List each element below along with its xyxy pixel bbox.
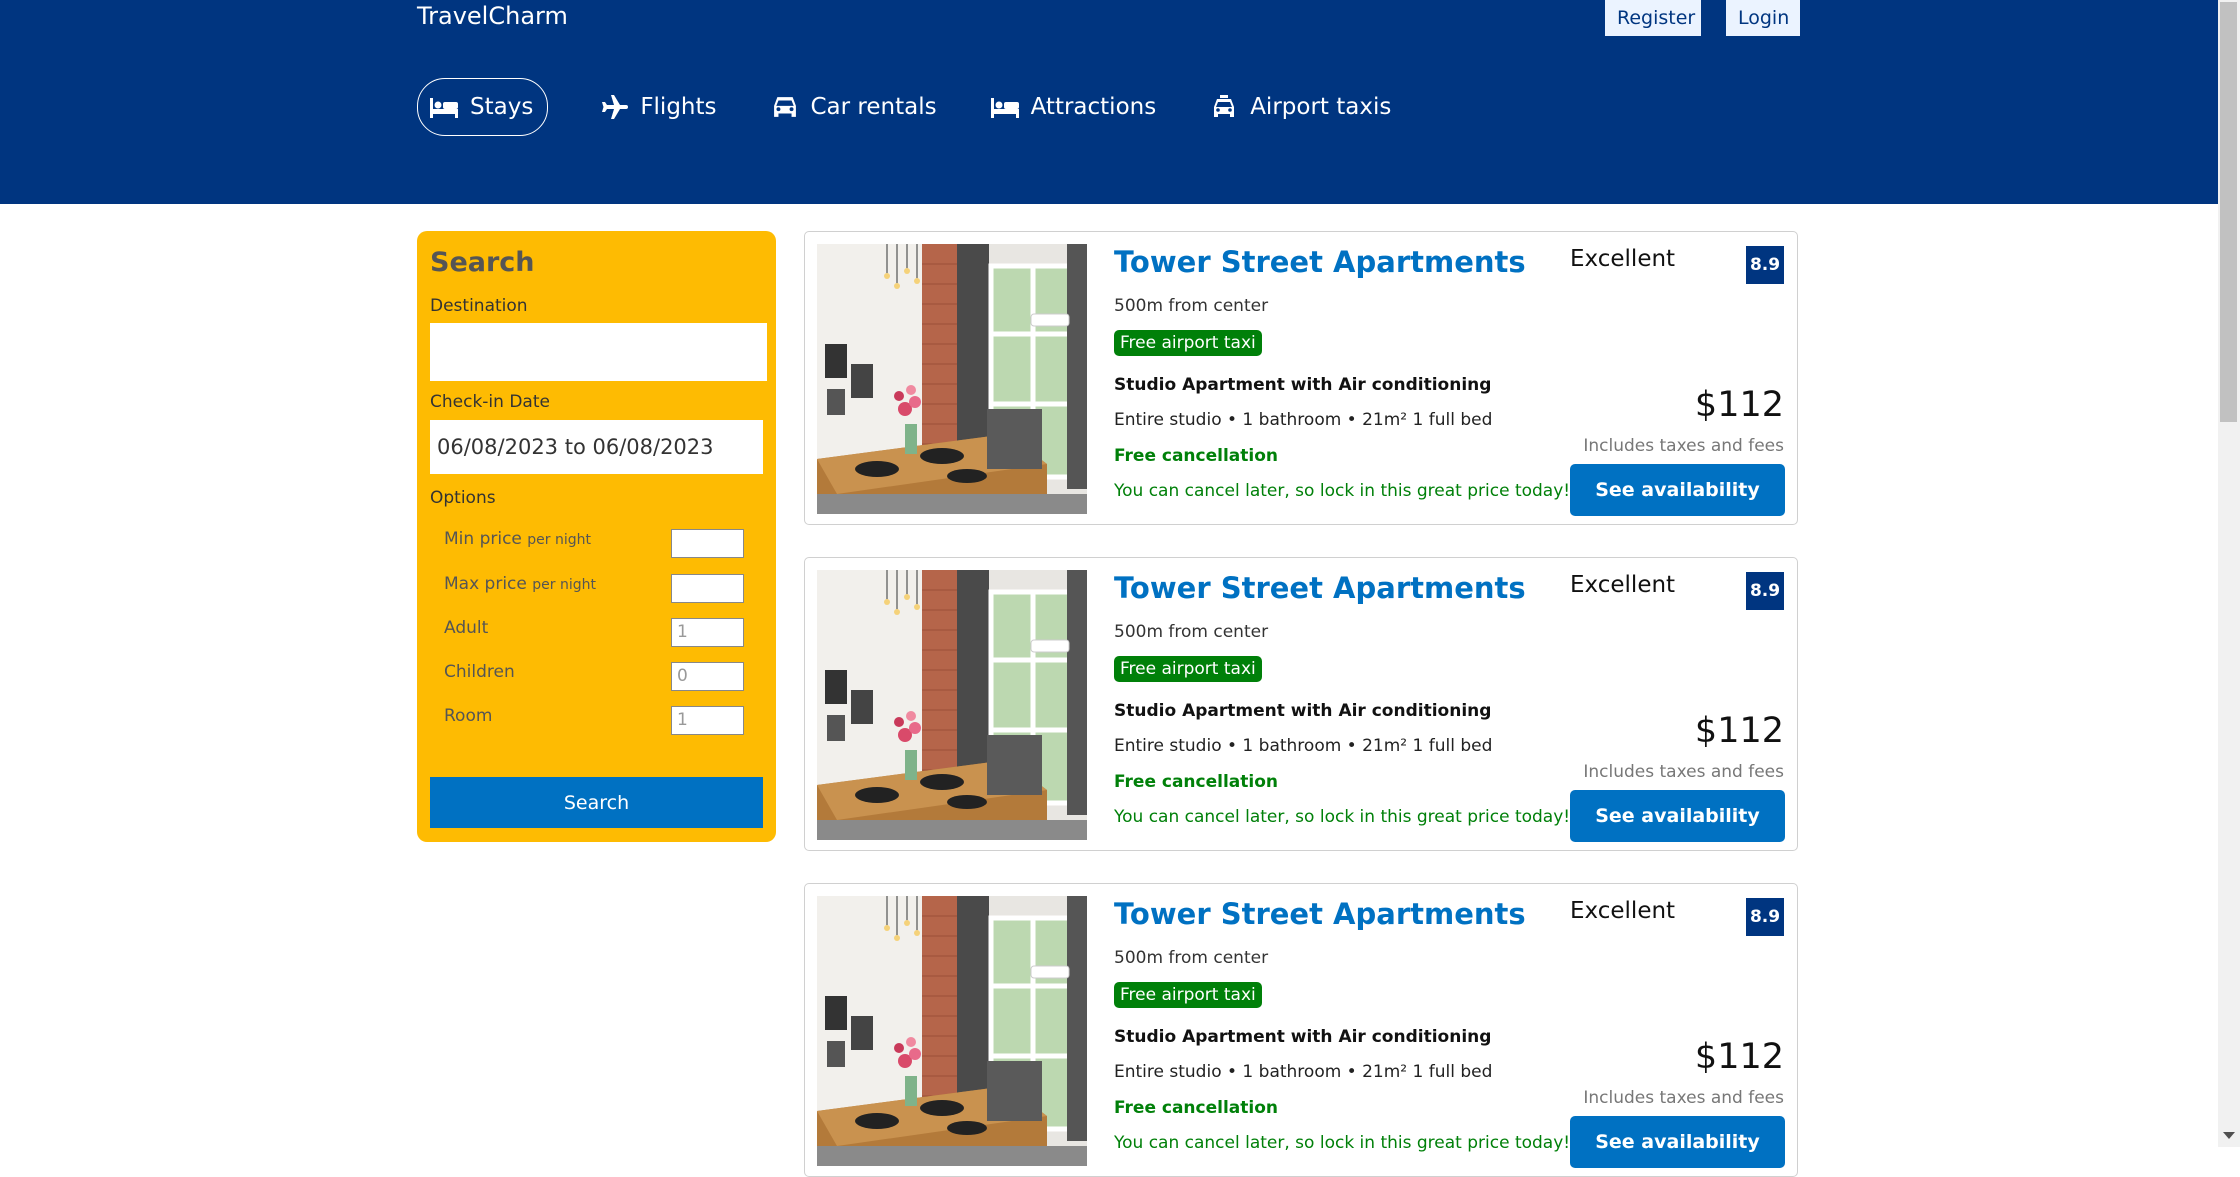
cancellation-subtext: You can cancel later, so lock in this gr… bbox=[1114, 1133, 1571, 1153]
scroll-down-arrow-icon[interactable] bbox=[2223, 1132, 2235, 1139]
cancellation-subtext: You can cancel later, so lock in this gr… bbox=[1114, 807, 1571, 827]
hotel-name-link[interactable]: Tower Street Apartments bbox=[1114, 245, 1526, 279]
hotel-photo[interactable] bbox=[817, 896, 1087, 1166]
distance-text: 500m from center bbox=[1114, 948, 1269, 968]
free-taxi-badge: Free airport taxi bbox=[1114, 656, 1262, 682]
option-children: Children 0 bbox=[444, 662, 764, 694]
rating-text: Excellent bbox=[1570, 898, 1676, 924]
max-price-input[interactable] bbox=[671, 574, 744, 603]
see-availability-button[interactable]: See availability bbox=[1570, 464, 1785, 516]
taxes-note: Includes taxes and fees bbox=[1583, 762, 1784, 782]
option-label: Adult bbox=[444, 618, 489, 638]
nav-item-stays[interactable]: Stays bbox=[417, 78, 549, 136]
result-card: Tower Street Apartments 500m from center… bbox=[804, 557, 1798, 851]
distance-text: 500m from center bbox=[1114, 296, 1269, 316]
nav-item-label: Car rentals bbox=[810, 94, 937, 120]
result-card: Tower Street Apartments 500m from center… bbox=[804, 883, 1798, 1177]
rating-badge: 8.9 bbox=[1746, 246, 1784, 284]
taxes-note: Includes taxes and fees bbox=[1583, 436, 1784, 456]
option-suffix: per night bbox=[527, 532, 592, 548]
free-taxi-badge: Free airport taxi bbox=[1114, 982, 1262, 1008]
top-header: TravelCharm Register Login Stays Flights… bbox=[0, 0, 2218, 204]
login-button[interactable]: Login bbox=[1726, 0, 1800, 36]
rating-badge: 8.9 bbox=[1746, 572, 1784, 610]
rating-text: Excellent bbox=[1570, 246, 1676, 272]
price: $112 bbox=[1694, 1037, 1784, 1077]
nav-item-label: Flights bbox=[640, 94, 717, 120]
hotel-name-link[interactable]: Tower Street Apartments bbox=[1114, 571, 1526, 605]
options-label: Options bbox=[430, 488, 496, 508]
nav-item-attractions[interactable]: Attractions bbox=[990, 79, 1157, 135]
nav-item-airport-taxis[interactable]: Airport taxis bbox=[1210, 79, 1391, 135]
rating-text: Excellent bbox=[1570, 572, 1676, 598]
children-input[interactable]: 0 bbox=[671, 662, 744, 691]
taxes-note: Includes taxes and fees bbox=[1583, 1088, 1784, 1108]
cancellation-subtext: You can cancel later, so lock in this gr… bbox=[1114, 481, 1571, 501]
nav-item-label: Attractions bbox=[1030, 94, 1157, 120]
distance-text: 500m from center bbox=[1114, 622, 1269, 642]
room-features: Entire studio • 1 bathroom • 21m² 1 full… bbox=[1114, 1062, 1493, 1082]
plane-icon bbox=[602, 95, 629, 119]
bed-icon bbox=[430, 98, 458, 118]
register-button[interactable]: Register bbox=[1605, 0, 1701, 36]
taxi-icon bbox=[1214, 95, 1235, 117]
bed-icon bbox=[990, 98, 1019, 118]
hotel-photo[interactable] bbox=[817, 570, 1087, 840]
hotel-photo[interactable] bbox=[817, 244, 1087, 514]
search-panel: Search Destination Check-in Date 06/08/2… bbox=[417, 231, 776, 842]
hotel-name-link[interactable]: Tower Street Apartments bbox=[1114, 897, 1526, 931]
min-price-input[interactable] bbox=[671, 529, 744, 558]
option-max-price: Max price per night bbox=[444, 574, 764, 606]
nav-item-label: Stays bbox=[470, 94, 534, 120]
search-title: Search bbox=[430, 247, 535, 278]
nav-item-car-rentals[interactable]: Car rentals bbox=[771, 79, 937, 135]
checkin-label: Check-in Date bbox=[430, 392, 550, 412]
scrollbar-thumb[interactable] bbox=[2220, 2, 2237, 422]
adult-input[interactable]: 1 bbox=[671, 618, 744, 647]
rating-badge: 8.9 bbox=[1746, 898, 1784, 936]
room-features: Entire studio • 1 bathroom • 21m² 1 full… bbox=[1114, 410, 1493, 430]
option-suffix: per night bbox=[532, 577, 596, 593]
room-type: Studio Apartment with Air conditioning bbox=[1114, 701, 1492, 721]
see-availability-button[interactable]: See availability bbox=[1570, 1116, 1785, 1168]
room-type: Studio Apartment with Air conditioning bbox=[1114, 1027, 1492, 1047]
option-label: Children bbox=[444, 662, 515, 682]
price: $112 bbox=[1694, 711, 1784, 751]
main-nav: Stays Flights Car rentals Attractions Ai… bbox=[417, 78, 1445, 136]
option-room: Room 1 bbox=[444, 706, 764, 738]
room-input[interactable]: 1 bbox=[671, 706, 744, 735]
destination-input[interactable] bbox=[430, 323, 767, 381]
option-min-price: Min price per night bbox=[444, 529, 764, 561]
search-button[interactable]: Search bbox=[430, 777, 763, 828]
free-cancellation: Free cancellation bbox=[1114, 446, 1279, 466]
option-label: Min price bbox=[444, 529, 522, 549]
free-cancellation: Free cancellation bbox=[1114, 1098, 1279, 1118]
see-availability-button[interactable]: See availability bbox=[1570, 790, 1785, 842]
destination-label: Destination bbox=[430, 296, 528, 316]
free-taxi-badge: Free airport taxi bbox=[1114, 330, 1262, 356]
result-card: Tower Street Apartments 500m from center… bbox=[804, 231, 1798, 525]
free-cancellation: Free cancellation bbox=[1114, 772, 1279, 792]
option-label: Max price bbox=[444, 574, 527, 594]
option-label: Room bbox=[444, 706, 493, 726]
nav-item-label: Airport taxis bbox=[1250, 94, 1392, 120]
option-adult: Adult 1 bbox=[444, 618, 764, 650]
room-features: Entire studio • 1 bathroom • 21m² 1 full… bbox=[1114, 736, 1493, 756]
room-type: Studio Apartment with Air conditioning bbox=[1114, 375, 1492, 395]
checkin-date-field[interactable]: 06/08/2023 to 06/08/2023 bbox=[430, 420, 763, 474]
car-icon bbox=[773, 97, 796, 117]
nav-item-flights[interactable]: Flights bbox=[600, 79, 717, 135]
site-logo[interactable]: TravelCharm bbox=[417, 2, 568, 30]
price: $112 bbox=[1694, 385, 1784, 425]
